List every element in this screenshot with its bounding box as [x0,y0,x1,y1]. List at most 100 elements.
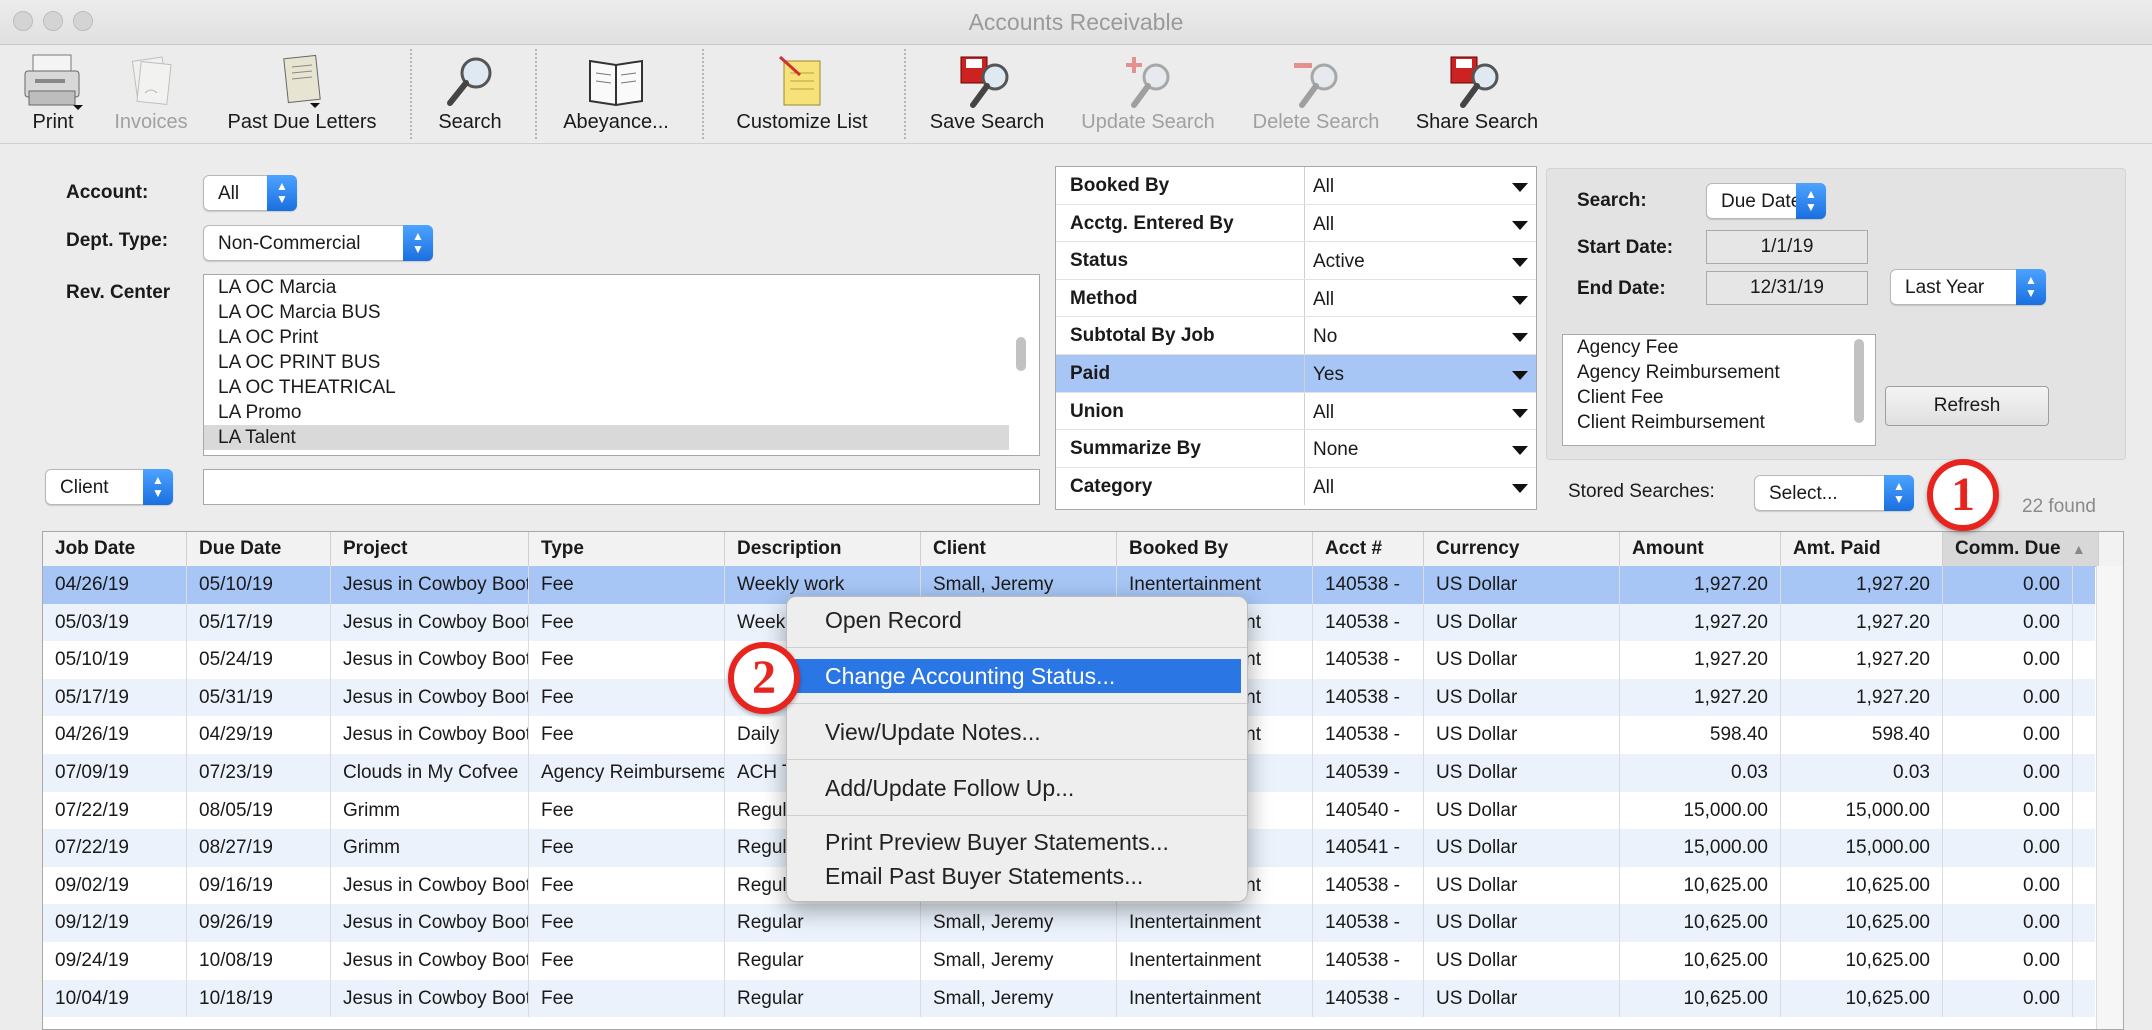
dropdown-arrow-icon[interactable] [1512,408,1528,418]
table-cell: 1,927.20 [1620,566,1781,604]
customize-list-button[interactable]: Customize List [720,45,884,143]
past-due-letters-button[interactable]: Past Due Letters [218,45,386,143]
list-item[interactable]: Agency Fee [1563,335,1875,360]
column-header[interactable]: Amount [1620,532,1781,566]
invoices-button[interactable]: Invoices [106,45,196,143]
list-item[interactable]: LA Promo [204,400,1039,425]
list-item[interactable]: Client Fee [1563,385,1875,410]
table-cell: 08/27/19 [187,829,331,867]
field-selector-select[interactable]: Client ▲ ▼ [45,469,173,505]
dept-type-value: Non-Commercial [218,233,361,254]
list-item[interactable]: Client Reimbursement [1563,410,1875,435]
dropdown-arrow-icon[interactable] [1512,446,1528,456]
dept-type-select[interactable]: Non-Commercial ▲ ▼ [203,225,433,261]
column-header[interactable]: Description [725,532,921,566]
table-cell: Jesus in Cowboy Boots [331,678,529,717]
table-row[interactable]: 09/24/19 10/08/19 Jesus in Cowboy Boots Fee… [43,942,2095,980]
chevron-updown-icon: ▲ ▼ [403,225,433,261]
table-cell: 07/22/19 [43,791,187,830]
criteria-value: All [1313,476,1335,498]
table-row[interactable]: 09/12/19 09/26/19 Jesus in Cowboy Boots Fee… [43,904,2095,942]
field-search-input[interactable] [203,469,1040,505]
table-cell: 0.00 [1943,942,2073,980]
save-search-button[interactable]: Save Search [922,45,1052,143]
dropdown-arrow-icon[interactable] [1512,333,1528,343]
column-header[interactable]: Due Date [187,532,331,566]
criteria-row-acctg-entered-by[interactable]: Acctg. Entered By All [1056,204,1536,243]
table-cell: 09/12/19 [43,904,187,942]
criteria-row-method[interactable]: Method All [1056,279,1536,318]
table-scrollbar[interactable] [2096,566,2123,1029]
share-search-button[interactable]: Share Search [1410,45,1544,143]
criteria-row-union[interactable]: Union All [1056,392,1536,431]
list-item[interactable]: Agency Reimbursement [1563,360,1875,385]
column-header[interactable]: Acct # [1313,532,1424,566]
table-cell: 140538 - [1313,678,1424,717]
table-cell: 0.00 [1943,866,2073,905]
table-cell: 0.03 [1620,754,1781,792]
criteria-row-summarize-by[interactable]: Summarize By None [1056,430,1536,468]
table-cell: 140538 - [1313,866,1424,905]
list-scrollbar-thumb[interactable] [1854,339,1864,423]
column-header[interactable]: Currency [1424,532,1620,566]
list-item[interactable]: LA OC Marcia [204,275,1039,300]
end-date-field[interactable]: 12/31/19 [1706,271,1868,305]
criteria-row-paid[interactable]: Paid Yes [1056,355,1536,393]
category-type-list[interactable]: Agency Fee Agency Reimbursement Client F… [1562,334,1876,446]
print-button[interactable]: Print [14,45,92,143]
list-item[interactable]: LA OC THEATRICAL [204,375,1039,400]
column-header[interactable]: Amt. Paid [1781,532,1943,566]
refresh-button[interactable]: Refresh [1885,386,2049,426]
date-range-select[interactable]: Last Year ▲ ▼ [1890,269,2046,305]
list-item-selected[interactable]: LA Talent [204,425,1009,450]
dropdown-arrow-icon[interactable] [1512,295,1528,305]
menu-item-open-record[interactable]: Open Record [787,603,1247,637]
menu-item-email-past-buyer-statements[interactable]: Email Past Buyer Statements... [787,859,1247,893]
search-field-select[interactable]: Due Date ▲ ▼ [1706,183,1826,219]
column-header[interactable]: Project [331,532,529,566]
menu-item-view-update-notes[interactable]: View/Update Notes... [787,715,1247,749]
table-cell: 04/29/19 [187,716,331,754]
column-header[interactable]: Type [529,532,725,566]
menu-item-change-accounting-status[interactable]: Change Accounting Status... [793,659,1241,693]
notepad-icon [778,55,821,106]
table-cell: 0.00 [1943,829,2073,867]
dropdown-arrow-icon[interactable] [1512,483,1528,493]
rev-center-list[interactable]: LA OC Marcia LA OC Marcia BUS LA OC Prin… [203,274,1040,456]
table-cell: 05/17/19 [43,678,187,717]
table-cell: 10,625.00 [1781,942,1943,980]
column-header[interactable]: Client [921,532,1117,566]
list-item[interactable]: LA OC PRINT BUS [204,350,1039,375]
table-cell: 1,927.20 [1620,641,1781,679]
column-header-sorted[interactable]: Comm. Due ▲ [1943,532,2099,566]
table-cell: 0.00 [1943,603,2073,642]
criteria-row-status[interactable]: Status Active [1056,242,1536,280]
list-item[interactable]: LA OC Print [204,325,1039,350]
update-search-button[interactable]: Update Search [1072,45,1224,143]
table-row[interactable]: 10/04/19 10/18/19 Jesus in Cowboy Boots Fee… [43,979,2095,1018]
menu-item-print-preview-buyer-statements[interactable]: Print Preview Buyer Statements... [787,825,1247,859]
dropdown-arrow-icon[interactable] [1512,183,1528,192]
column-header[interactable]: Job Date [43,532,187,566]
abeyance-button[interactable]: Abeyance... [550,45,682,143]
criteria-row-subtotal-by-job[interactable]: Subtotal By Job No [1056,317,1536,355]
end-date-label: End Date: [1577,278,1666,299]
table-cell: US Dollar [1424,754,1620,792]
toolbar-separator [904,49,906,139]
criteria-row-category[interactable]: Category All [1056,467,1536,506]
dropdown-arrow-icon[interactable] [1512,258,1528,268]
criteria-row-booked-by[interactable]: Booked By All [1056,167,1536,205]
delete-search-button[interactable]: Delete Search [1240,45,1392,143]
stored-searches-select[interactable]: Select... ▲ ▼ [1754,475,1914,511]
column-header[interactable]: Booked By [1117,532,1313,566]
toolbar-separator [410,49,412,139]
dropdown-arrow-icon[interactable] [1512,371,1528,380]
menu-item-add-update-follow-up[interactable]: Add/Update Follow Up... [787,771,1247,805]
dropdown-arrow-icon[interactable] [1512,220,1528,230]
account-select[interactable]: All ▲ ▼ [203,175,297,211]
start-date-field[interactable]: 1/1/19 [1706,230,1868,264]
list-scrollbar-thumb[interactable] [1016,337,1026,371]
list-item[interactable]: LA OC Marcia BUS [204,300,1039,325]
search-button[interactable]: Search [428,45,512,143]
table-cell: Agency Reimbursement [529,754,725,792]
